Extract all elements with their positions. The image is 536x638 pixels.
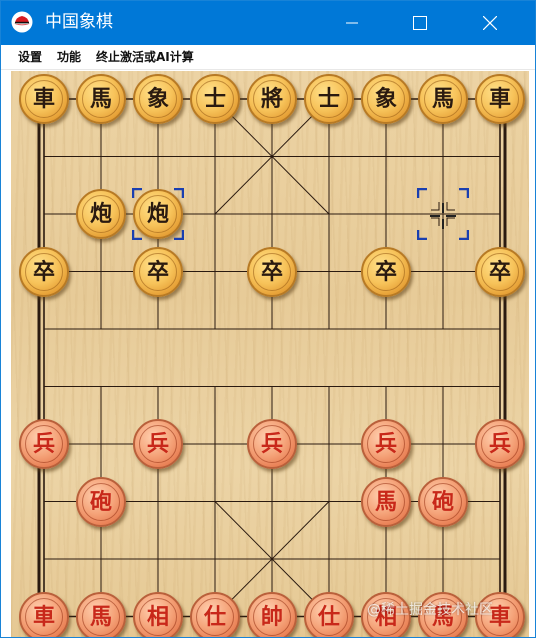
piece-label: 兵 <box>481 425 519 463</box>
selection-corner <box>417 230 427 240</box>
red-piece[interactable]: 仕 <box>190 591 240 637</box>
piece-label: 車 <box>25 80 63 118</box>
piece-label: 兵 <box>253 425 291 463</box>
black-piece[interactable]: 炮 <box>76 189 126 239</box>
piece-label: 士 <box>196 80 234 118</box>
red-piece[interactable]: 兵 <box>247 419 297 469</box>
close-button[interactable] <box>467 1 513 45</box>
black-piece[interactable]: 士 <box>190 74 240 124</box>
selection-corner <box>174 230 184 240</box>
menu-stop-ai[interactable]: 终止激活或AI计算 <box>96 49 194 65</box>
piece-label: 兵 <box>367 425 405 463</box>
red-piece[interactable]: 砲 <box>418 476 468 527</box>
selection-corner <box>459 230 469 240</box>
piece-label: 仕 <box>310 597 348 636</box>
piece-label: 馬 <box>82 597 120 636</box>
minimize-icon <box>346 22 358 24</box>
red-piece[interactable]: 兵 <box>361 419 411 469</box>
minimize-button[interactable] <box>329 1 375 45</box>
red-piece[interactable]: 馬 <box>76 591 126 637</box>
black-piece[interactable]: 卒 <box>475 246 525 297</box>
black-piece[interactable]: 象 <box>133 74 183 124</box>
selection-corner <box>132 188 142 198</box>
piece-label: 炮 <box>82 195 120 233</box>
black-piece[interactable]: 車 <box>19 74 69 124</box>
black-piece[interactable]: 車 <box>475 74 525 124</box>
menu-functions[interactable]: 功能 <box>57 49 81 65</box>
black-piece[interactable]: 卒 <box>19 246 69 297</box>
black-piece[interactable]: 卒 <box>133 246 183 297</box>
selection-corner <box>459 188 469 198</box>
selection-corner <box>174 188 184 198</box>
piece-label: 卒 <box>253 252 291 291</box>
piece-label: 卒 <box>367 252 405 291</box>
piece-label: 相 <box>139 597 177 636</box>
red-piece[interactable]: 帥 <box>247 591 297 637</box>
piece-label: 士 <box>310 80 348 118</box>
chess-board[interactable]: 車馬象士將士象馬車炮炮卒卒卒卒卒兵兵兵兵兵砲馬砲車馬相仕帥仕相馬車 <box>11 71 529 637</box>
red-piece[interactable]: 車 <box>19 591 69 637</box>
board-grid <box>37 94 507 622</box>
piece-label: 馬 <box>367 482 405 521</box>
piece-label: 卒 <box>481 252 519 291</box>
piece-label: 車 <box>25 597 63 636</box>
piece-label: 兵 <box>139 425 177 463</box>
red-piece[interactable]: 仕 <box>304 591 354 637</box>
maximize-icon <box>413 16 427 30</box>
window-title: 中国象棋 <box>45 12 113 32</box>
black-piece[interactable]: 馬 <box>418 74 468 124</box>
black-piece[interactable]: 象 <box>361 74 411 124</box>
watermark: @稀土掘金技术社区 <box>367 602 493 618</box>
crosshair-cursor-icon <box>430 203 456 229</box>
piece-label: 卒 <box>139 252 177 291</box>
red-piece[interactable]: 兵 <box>475 419 525 469</box>
black-piece[interactable]: 卒 <box>361 246 411 297</box>
piece-label: 帥 <box>253 597 291 636</box>
black-piece[interactable]: 將 <box>247 74 297 124</box>
menu-settings[interactable]: 设置 <box>18 49 42 65</box>
close-icon <box>483 16 497 30</box>
piece-label: 兵 <box>25 425 63 463</box>
red-piece[interactable]: 相 <box>133 591 183 637</box>
piece-label: 砲 <box>424 482 462 521</box>
selection-corner <box>417 188 427 198</box>
piece-label: 卒 <box>25 252 63 291</box>
piece-label: 仕 <box>196 597 234 636</box>
piece-label: 將 <box>253 80 291 118</box>
piece-label: 馬 <box>82 80 120 118</box>
red-piece[interactable]: 兵 <box>133 419 183 469</box>
menu-bar: 设置 功能 终止激活或AI计算 <box>1 45 535 70</box>
piece-label: 象 <box>139 80 177 118</box>
piece-label: 砲 <box>82 482 120 521</box>
black-piece[interactable]: 卒 <box>247 246 297 297</box>
red-piece[interactable]: 兵 <box>19 419 69 469</box>
title-bar[interactable]: 中国象棋 <box>1 1 535 45</box>
piece-label: 車 <box>481 80 519 118</box>
selection-marker <box>132 188 184 240</box>
black-piece[interactable]: 馬 <box>76 74 126 124</box>
red-piece[interactable]: 馬 <box>361 476 411 527</box>
selection-corner <box>132 230 142 240</box>
black-piece[interactable]: 士 <box>304 74 354 124</box>
piece-label: 象 <box>367 80 405 118</box>
red-piece[interactable]: 砲 <box>76 476 126 527</box>
app-window: 中国象棋 设置 功能 终止激活或AI计算 車馬象士將士象馬車炮炮卒卒卒卒卒兵兵兵… <box>0 0 536 638</box>
red-hat-icon <box>11 11 33 33</box>
maximize-button[interactable] <box>397 1 443 45</box>
piece-label: 馬 <box>424 80 462 118</box>
